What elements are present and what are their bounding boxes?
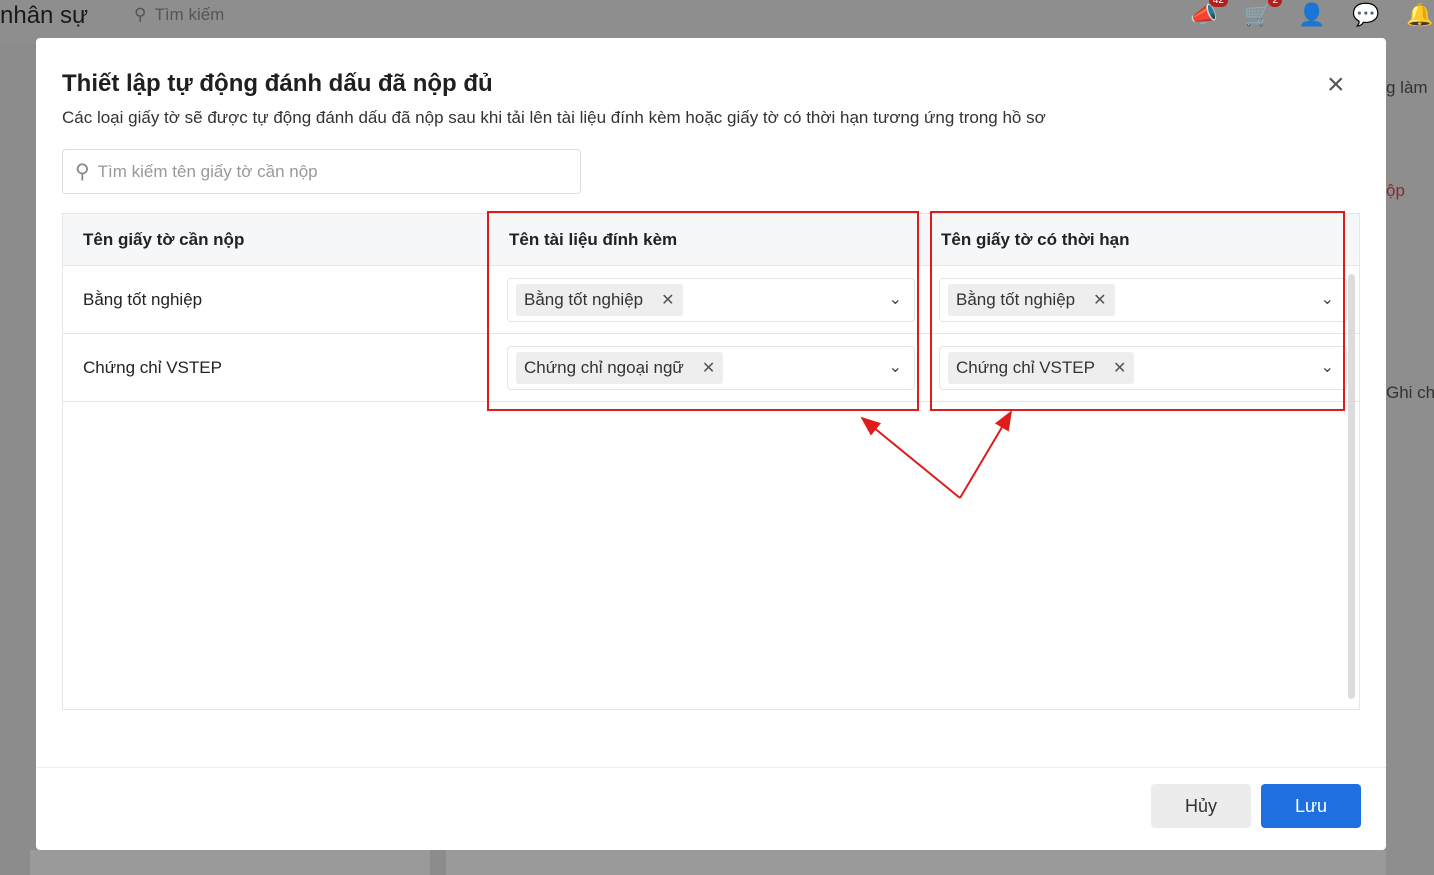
search-icon: ⚲ [134,5,147,24]
auto-mark-dialog: Thiết lập tự động đánh dấu đã nộp đủ Các… [36,38,1386,850]
global-search[interactable]: ⚲ Tìm kiếm [134,5,224,25]
bg-text: Ghi chú [1386,383,1434,402]
bg-panel [446,850,1386,875]
background-page: g làm ộp Ghi chú [1386,44,1434,875]
bg-panel [30,850,430,875]
megaphone-icon[interactable]: 📣 42 [1190,0,1228,30]
chat-icon[interactable]: 💬 [1352,2,1380,30]
arrow [959,410,1013,499]
annotation-arrows [860,410,1013,499]
cancel-button[interactable]: Hủy [1151,784,1251,828]
dialog-footer-divider [36,767,1386,768]
bg-text: g làm [1386,78,1428,97]
badge: 42 [1208,0,1228,7]
badge: 2 [1268,0,1282,7]
cart-icon[interactable]: 🛒 2 [1244,0,1282,30]
app-title: nhân sự [0,2,89,29]
save-button[interactable]: Lưu [1261,784,1361,828]
arrow [860,416,961,499]
bell-icon[interactable]: 🔔 [1406,2,1434,30]
global-search-placeholder: Tìm kiếm [154,5,225,24]
add-user-icon[interactable]: 👤 [1298,2,1326,30]
bg-text: ộp [1386,181,1405,200]
